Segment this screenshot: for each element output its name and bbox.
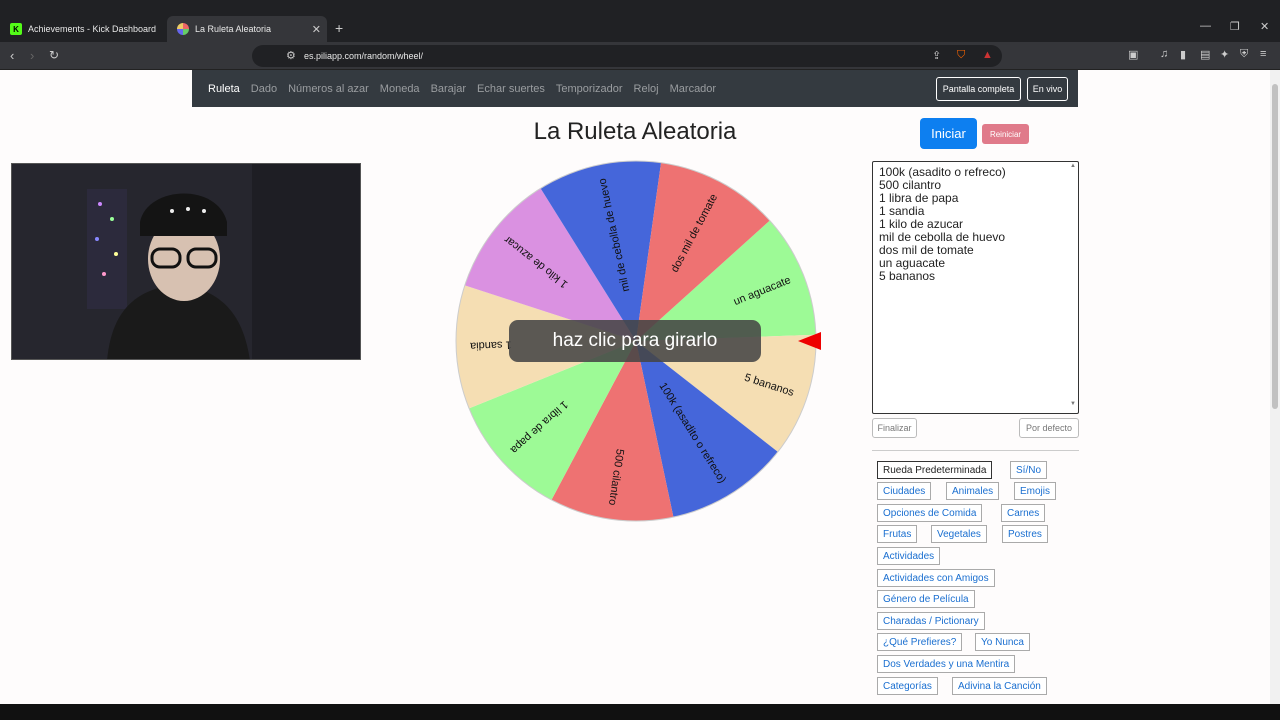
preset-button[interactable]: Sí/No xyxy=(1010,461,1048,479)
close-tab-icon[interactable]: ✕ xyxy=(312,23,321,36)
pointer-arrow-icon xyxy=(798,332,821,350)
maximize-icon[interactable]: ❐ xyxy=(1230,20,1240,33)
preset-button[interactable]: Opciones de Comida xyxy=(877,504,983,522)
preset-button[interactable]: Actividades xyxy=(877,547,941,565)
default-button[interactable]: Por defecto xyxy=(1019,418,1079,438)
nav-barajar[interactable]: Barajar xyxy=(431,83,466,95)
preset-button[interactable]: Postres xyxy=(1002,525,1048,543)
wheel-segment-label: 1 sandia xyxy=(469,338,512,351)
media-icon[interactable]: ♫ xyxy=(1160,48,1168,60)
address-bar[interactable]: ⚙ es.piliapp.com/random/wheel/ ⇪ ⛉ ▲ xyxy=(252,45,1002,67)
preset-button[interactable]: ¿Qué Prefieres? xyxy=(877,633,963,651)
browser-toolbar: ‹ › ↻ ☐ ⚙ es.piliapp.com/random/wheel/ ⇪… xyxy=(0,42,1280,70)
ai-icon[interactable]: ✦ xyxy=(1220,48,1229,61)
tab-ruleta[interactable]: La Ruleta Aleatoria ✕ xyxy=(167,16,327,42)
bottom-bar xyxy=(0,704,1280,720)
tab-title: La Ruleta Aleatoria xyxy=(195,24,272,34)
preset-button[interactable]: Adivina la Canción xyxy=(952,677,1047,695)
textarea-scrollbar[interactable]: ▲ ▼ xyxy=(1068,162,1078,413)
url-text: es.piliapp.com/random/wheel/ xyxy=(304,51,424,61)
divider xyxy=(872,450,1079,451)
preset-button[interactable]: Actividades con Amigos xyxy=(877,569,995,587)
preset-button[interactable]: Rueda Predeterminada xyxy=(877,461,993,479)
brave-shield-icon[interactable]: ⛉ xyxy=(957,49,965,62)
fullscreen-button[interactable]: Pantalla completa xyxy=(936,77,1021,101)
scroll-down-icon[interactable]: ▼ xyxy=(1070,401,1076,407)
menu-icon[interactable]: ≡ xyxy=(1260,48,1266,60)
new-tab-icon[interactable]: + xyxy=(335,20,343,36)
close-window-icon[interactable]: ✕ xyxy=(1260,20,1269,33)
preset-button[interactable]: Carnes xyxy=(1001,504,1046,522)
tab-kick-dashboard[interactable]: K Achievements - Kick Dashboard xyxy=(6,17,164,41)
start-button[interactable]: Iniciar xyxy=(920,118,977,149)
nav-echar-suertes[interactable]: Echar suertes xyxy=(477,83,545,95)
site-nav: Ruleta Dado Números al azar Moneda Baraj… xyxy=(192,70,1078,107)
preset-button[interactable]: Charadas / Pictionary xyxy=(877,612,985,630)
nav-ruleta[interactable]: Ruleta xyxy=(208,83,240,95)
page-content: Ruleta Dado Números al azar Moneda Baraj… xyxy=(0,70,1280,704)
forward-icon[interactable]: › xyxy=(30,48,34,63)
page-title: La Ruleta Aleatoria xyxy=(533,118,737,145)
preset-button[interactable]: Frutas xyxy=(877,525,918,543)
preset-button[interactable]: Ciudades xyxy=(877,482,932,500)
tab-title: Achievements - Kick Dashboard xyxy=(28,24,157,34)
wheel-favicon-icon xyxy=(177,23,189,35)
back-icon[interactable]: ‹ xyxy=(10,48,14,63)
preset-button[interactable]: Animales xyxy=(946,482,1000,500)
scrollbar-thumb[interactable] xyxy=(1272,84,1278,409)
spin-hint[interactable]: haz clic para girarlo xyxy=(509,320,761,362)
reset-button[interactable]: Reiniciar xyxy=(982,124,1029,144)
nav-moneda[interactable]: Moneda xyxy=(380,83,420,95)
scroll-up-icon[interactable]: ▲ xyxy=(1070,163,1076,169)
reload-icon[interactable]: ↻ xyxy=(49,48,59,62)
nav-dado[interactable]: Dado xyxy=(251,83,277,95)
finalize-button[interactable]: Finalizar xyxy=(872,418,917,438)
share-icon[interactable]: ⇪ xyxy=(932,49,941,62)
preset-button[interactable]: Emojis xyxy=(1014,482,1057,500)
entries-textarea[interactable]: 100k (asadito o refreco) 500 cilantro 1 … xyxy=(872,161,1079,414)
webcam-image xyxy=(12,164,360,359)
wallet-icon[interactable]: ▤ xyxy=(1200,48,1210,61)
preset-button[interactable]: Categorías xyxy=(877,677,938,695)
reader-icon[interactable]: ▮ xyxy=(1180,48,1186,61)
preset-button[interactable]: Género de Película xyxy=(877,590,975,608)
preset-button[interactable]: Yo Nunca xyxy=(975,633,1030,651)
page-scrollbar[interactable] xyxy=(1270,70,1280,704)
nav-reloj[interactable]: Reloj xyxy=(634,83,659,95)
rewards-icon[interactable]: ▲ xyxy=(982,49,993,61)
live-button[interactable]: En vivo xyxy=(1027,77,1068,101)
site-info-icon[interactable]: ⚙ xyxy=(286,49,296,62)
minimize-icon[interactable]: — xyxy=(1200,20,1211,32)
nav-temporizador[interactable]: Temporizador xyxy=(556,83,623,95)
vpn-icon[interactable]: ⛨ xyxy=(1240,48,1248,61)
browser-tab-bar: K Achievements - Kick Dashboard La Rulet… xyxy=(0,0,1280,42)
webcam-overlay xyxy=(11,163,361,360)
sidebar-icon[interactable]: ▣ xyxy=(1128,48,1138,61)
preset-button[interactable]: Dos Verdades y una Mentira xyxy=(877,655,1016,673)
nav-marcador[interactable]: Marcador xyxy=(670,83,716,95)
kick-logo-icon: K xyxy=(10,23,22,35)
nav-numeros[interactable]: Números al azar xyxy=(288,83,369,95)
preset-button[interactable]: Vegetales xyxy=(931,525,987,543)
